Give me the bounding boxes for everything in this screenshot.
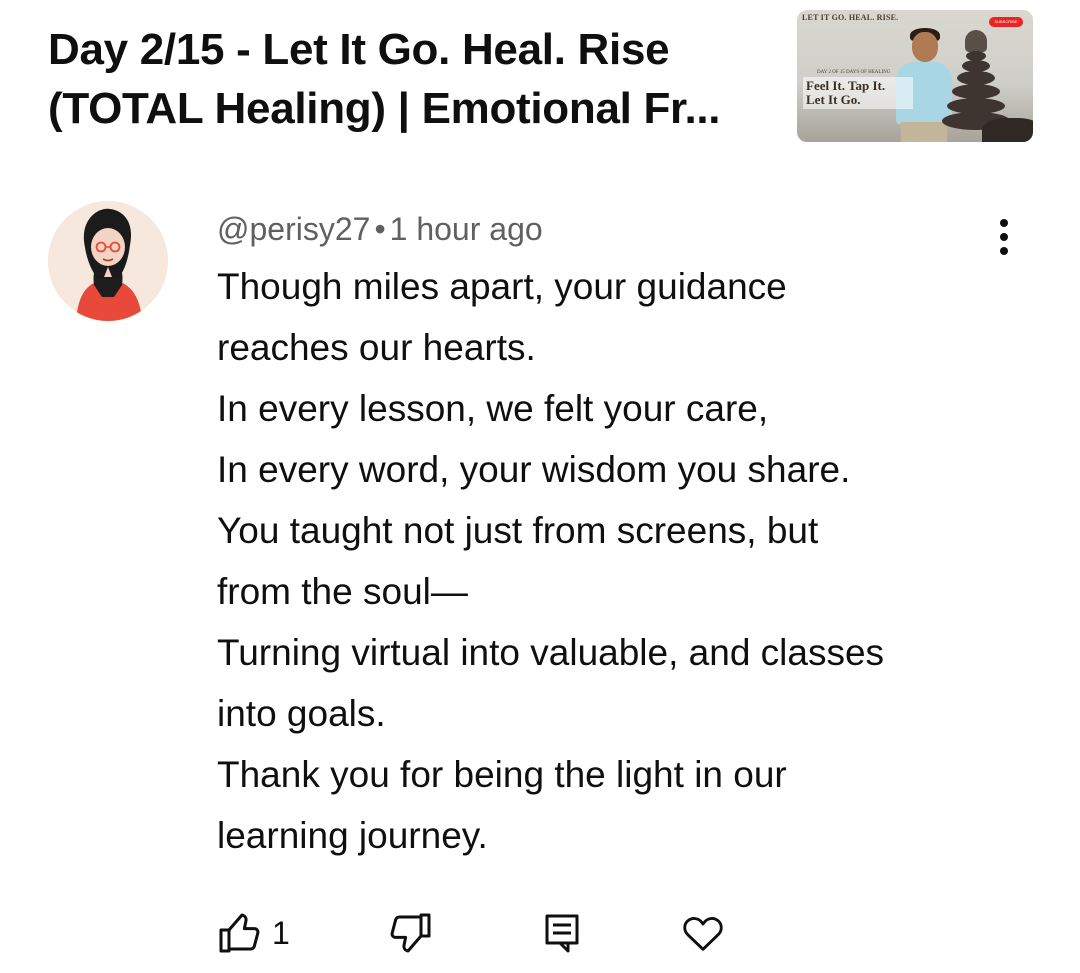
- comment-line: Though miles apart, your guidance: [217, 266, 787, 307]
- comment-line: In every lesson, we felt your care,: [217, 388, 769, 429]
- comment-meta: @perisy27 • 1 hour ago: [217, 207, 543, 251]
- thumbnail-stone: [957, 71, 995, 85]
- video-title[interactable]: Day 2/15 - Let It Go. Heal. Rise (TOTAL …: [48, 20, 768, 138]
- comment-line: learning journey.: [217, 815, 488, 856]
- comment-line: Turning virtual into valuable, and class…: [217, 632, 885, 673]
- video-title-line1: Day 2/15 - Let It Go. Heal. Rise: [48, 25, 670, 74]
- thumbnail-stone: [952, 84, 1000, 99]
- comment-line: You taught not just from screens, but: [217, 510, 819, 551]
- comment-time: 1 hour ago: [389, 211, 543, 247]
- thumbnail-person-legs: [901, 122, 947, 142]
- avatar-illustration: [48, 201, 168, 321]
- video-title-line2: (TOTAL Healing) | Emotional Fr...: [48, 84, 721, 133]
- comment-author[interactable]: @perisy27: [217, 211, 370, 247]
- comment-line: from the soul—: [217, 571, 468, 612]
- dislike-button[interactable]: [386, 905, 434, 961]
- meta-separator: •: [374, 211, 386, 247]
- reply-icon: [545, 914, 579, 953]
- thumbnail-overlay-line1: Feel It. Tap It.: [806, 78, 886, 93]
- comment-line: reaches our hearts.: [217, 327, 536, 368]
- thumbnail-top-text: LET IT GO. HEAL. RISE.: [802, 13, 899, 22]
- thumbnail-overlay-text: Feel It. Tap It. Let It Go.: [803, 77, 913, 109]
- thumbnail-meditator-figure: [965, 30, 987, 52]
- avatar[interactable]: [48, 201, 168, 321]
- thumb-up-icon: [219, 913, 260, 953]
- like-button[interactable]: 1: [216, 905, 290, 961]
- video-thumbnail[interactable]: LET IT GO. HEAL. RISE. SUBSCRIBE DAY 2 O…: [797, 10, 1033, 142]
- more-vert-icon: [1000, 219, 1008, 255]
- comment-line: In every word, your wisdom you share.: [217, 449, 851, 490]
- thumb-down-icon: [390, 913, 431, 953]
- comment-line: Thank you for being the light in our: [217, 754, 787, 795]
- comment-line: into goals.: [217, 693, 386, 734]
- heart-icon: [683, 917, 723, 951]
- thumbnail-day-text: DAY 2 OF 15 DAYS OF HEALING: [817, 70, 891, 75]
- comment-actions: 1: [0, 905, 1080, 965]
- heart-button[interactable]: [680, 905, 726, 961]
- more-options-button[interactable]: [986, 212, 1022, 262]
- reply-button[interactable]: [538, 905, 586, 961]
- comment-text: Though miles apart, your guidance reache…: [217, 256, 1017, 866]
- like-count: 1: [272, 914, 290, 951]
- thumbnail-rocks: [982, 118, 1033, 142]
- thumbnail-person-head: [912, 32, 938, 62]
- thumbnail-overlay-line2: Let It Go.: [806, 92, 861, 107]
- thumbnail-subscribe-badge: SUBSCRIBE: [989, 17, 1023, 27]
